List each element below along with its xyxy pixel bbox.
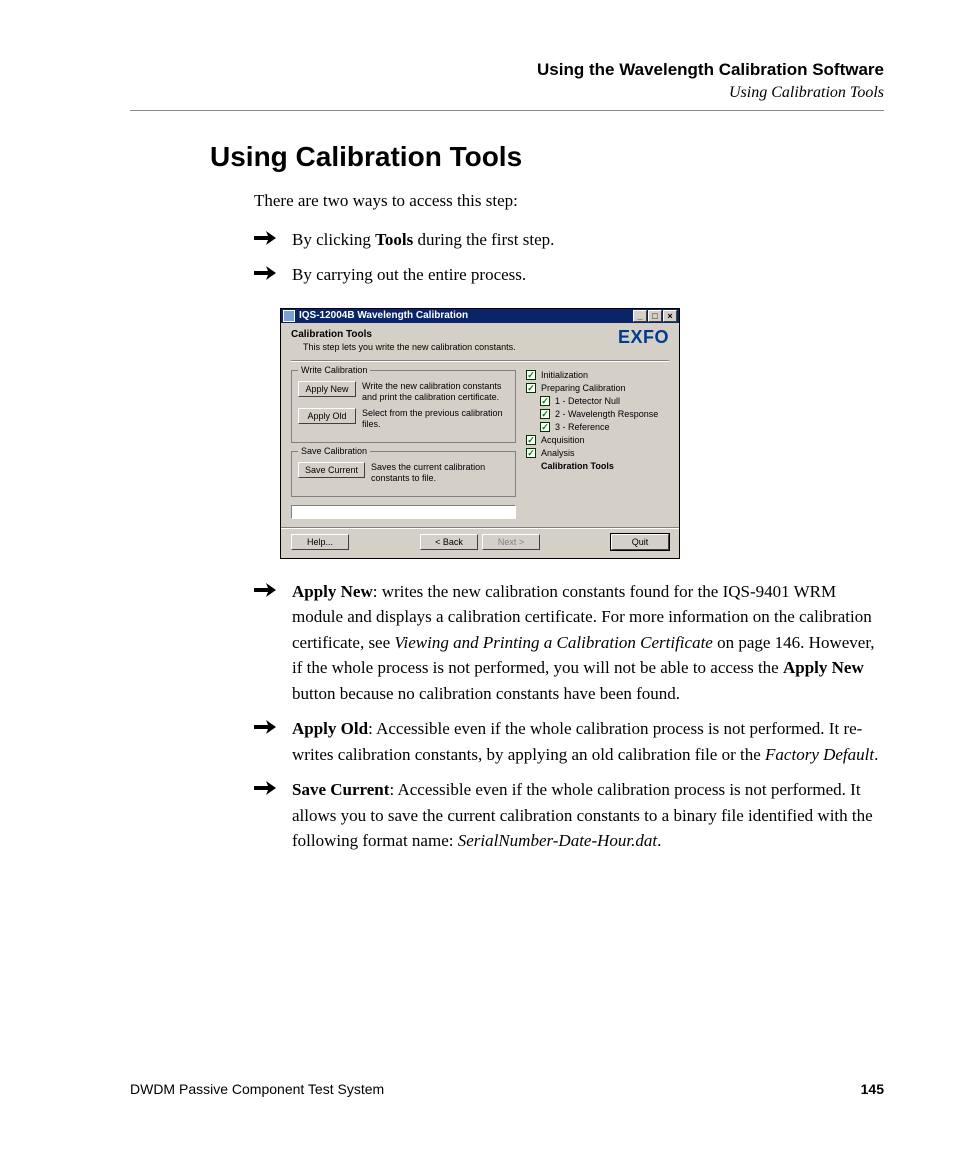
apply-old-button[interactable]: Apply Old [298,408,356,424]
header-chapter: Using the Wavelength Calibration Softwar… [130,60,884,80]
step-item-current: Calibration Tools [526,461,669,471]
maximize-button[interactable]: □ [648,310,662,322]
check-icon: ✓ [540,396,550,406]
list-item: Save Current: Accessible even if the who… [254,777,884,854]
bullet-content: Apply New: writes the new calibration co… [292,579,884,707]
help-button[interactable]: Help... [291,534,349,550]
window-controls: _ □ × [633,310,677,322]
check-icon: ✓ [526,383,536,393]
list-item: Apply New: writes the new calibration co… [254,579,884,707]
window-title: IQS-12004B Wavelength Calibration [299,310,633,321]
bullet-content: Save Current: Accessible even if the who… [292,777,884,854]
check-icon: ✓ [540,422,550,432]
next-button[interactable]: Next > [482,534,540,550]
bullet-content: By carrying out the entire process. [292,262,884,288]
section-title: Using Calibration Tools [210,141,884,173]
dialog-step-title: Calibration Tools [291,329,516,340]
check-icon: ✓ [540,409,550,419]
write-calibration-group: Write Calibration Apply New Write the ne… [291,370,516,443]
intro-text: There are two ways to access this step: [254,189,884,213]
bullet-arrow-icon [254,262,292,286]
progress-bar [291,505,516,519]
step-sub-item: ✓1 - Detector Null [540,396,669,406]
bullet-content: By clicking Tools during the first step. [292,227,884,253]
brand-logo: EXFO [618,327,669,348]
group-legend: Save Calibration [298,446,370,456]
page-number: 145 [861,1081,884,1097]
check-icon: ✓ [526,435,536,445]
step-item: ✓Acquisition [526,435,669,445]
close-button[interactable]: × [663,310,677,322]
quit-button[interactable]: Quit [611,534,669,550]
back-button[interactable]: < Back [420,534,478,550]
list-item: Apply Old: Accessible even if the whole … [254,716,884,767]
check-icon: ✓ [526,448,536,458]
step-item: ✓Preparing Calibration [526,383,669,393]
bullet-content: Apply Old: Accessible even if the whole … [292,716,884,767]
dialog-titlebar: IQS-12004B Wavelength Calibration _ □ × [281,309,679,323]
step-sub-item: ✓3 - Reference [540,422,669,432]
check-icon: ✓ [526,370,536,380]
page-header: Using the Wavelength Calibration Softwar… [130,60,884,111]
apply-old-desc: Select from the previous calibration fil… [362,408,509,430]
dialog-footer: Help... < Back Next > Quit [281,527,679,558]
footer-product: DWDM Passive Component Test System [130,1081,384,1097]
step-sub-item: ✓2 - Wavelength Response [540,409,669,419]
bullet-arrow-icon [254,716,292,740]
divider [291,360,669,362]
header-rule [130,110,884,111]
save-current-desc: Saves the current calibration constants … [371,462,509,484]
save-current-button[interactable]: Save Current [298,462,365,478]
app-icon [283,310,295,322]
list-item: By carrying out the entire process. [254,262,884,288]
dialog-figure: IQS-12004B Wavelength Calibration _ □ × … [280,308,884,559]
list-item: By clicking Tools during the first step. [254,227,884,253]
apply-new-desc: Write the new calibration constants and … [362,381,509,403]
top-bullet-list: By clicking Tools during the first step.… [254,227,884,288]
bullet-arrow-icon [254,227,292,251]
bullet-arrow-icon [254,777,292,801]
step-item: ✓Initialization [526,370,669,380]
page-footer: DWDM Passive Component Test System 145 [130,1081,884,1097]
apply-new-button[interactable]: Apply New [298,381,356,397]
calibration-dialog: IQS-12004B Wavelength Calibration _ □ × … [280,308,680,559]
save-calibration-group: Save Calibration Save Current Saves the … [291,451,516,497]
step-item: ✓Analysis [526,448,669,458]
dialog-step-desc: This step lets you write the new calibra… [303,342,516,352]
minimize-button[interactable]: _ [633,310,647,322]
bottom-bullet-list: Apply New: writes the new calibration co… [254,579,884,854]
bullet-arrow-icon [254,579,292,603]
step-list: ✓Initialization ✓Preparing Calibration ✓… [526,370,669,471]
group-legend: Write Calibration [298,365,370,375]
header-section: Using Calibration Tools [130,84,884,102]
